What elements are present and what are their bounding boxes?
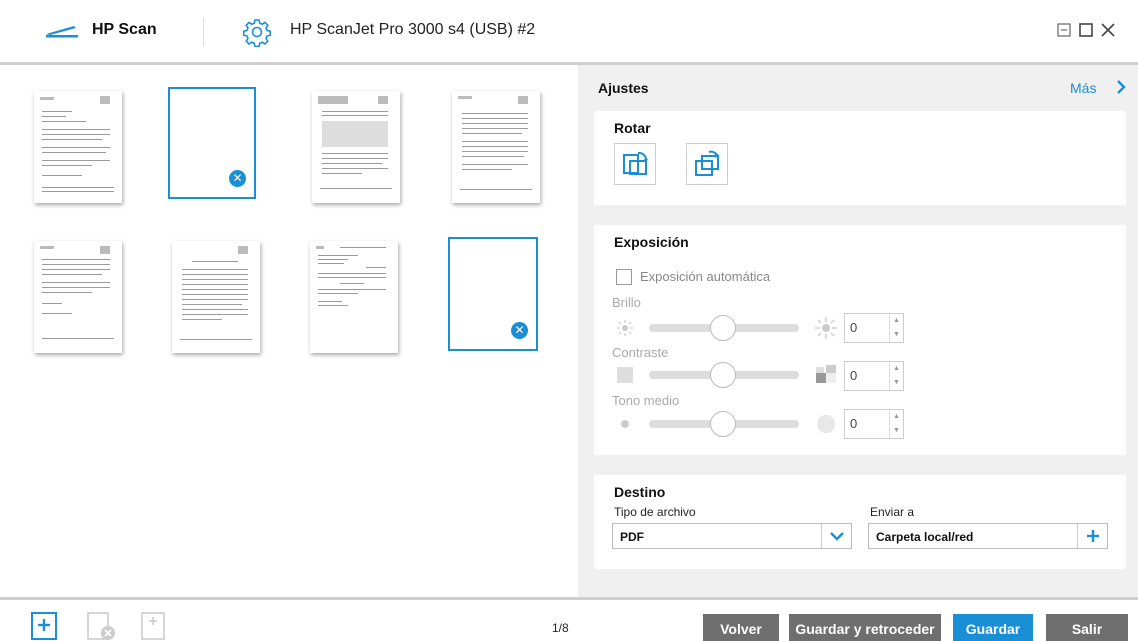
sun-low-icon — [617, 320, 633, 336]
rotate-right-icon — [695, 150, 719, 176]
midtone-value[interactable]: 0 — [850, 416, 857, 431]
add-destination-button[interactable] — [1077, 524, 1107, 548]
file-type-label: Tipo de archivo — [614, 505, 696, 519]
exposure-title: Exposición — [614, 234, 689, 250]
plus-icon — [1087, 530, 1099, 542]
save-button[interactable]: Guardar — [953, 614, 1033, 641]
thumbnail-grid: ✕ ✕ — [0, 65, 577, 597]
brightness-label: Brillo — [612, 295, 641, 310]
brightness-slider-thumb[interactable] — [710, 315, 736, 341]
spin-arrows-icon[interactable]: ▲ ▼ — [889, 314, 903, 342]
maximize-icon[interactable] — [1078, 22, 1094, 38]
destination-title: Destino — [614, 484, 666, 500]
blank-page-thumbnail-2[interactable]: ✕ — [168, 87, 256, 199]
spin-arrows-icon[interactable]: ▲ ▼ — [889, 362, 903, 390]
insert-page-icon[interactable] — [140, 611, 170, 641]
contrast-label: Contraste — [612, 345, 669, 360]
bottom-bar: 1/8 Volver Guardar y retroceder Guardar … — [0, 600, 1138, 641]
gear-icon[interactable] — [242, 17, 272, 47]
midtone-high-icon — [817, 415, 835, 433]
chevron-right-icon[interactable] — [1115, 79, 1127, 95]
contrast-low-icon — [617, 367, 633, 383]
add-page-icon[interactable] — [30, 611, 60, 641]
minimize-icon[interactable] — [1056, 22, 1072, 38]
settings-panel: Ajustes Más Rotar Exposición Exposición … — [578, 65, 1138, 597]
page-thumbnail-5[interactable] — [34, 241, 122, 353]
page-thumbnail-7[interactable] — [310, 241, 398, 353]
back-button[interactable]: Volver — [703, 614, 779, 641]
dropdown-button[interactable] — [821, 524, 851, 548]
chevron-down-icon — [830, 532, 844, 541]
contrast-value[interactable]: 0 — [850, 368, 857, 383]
scanner-logo-icon — [46, 26, 78, 38]
rotate-title: Rotar — [614, 120, 651, 136]
midtone-low-icon — [621, 420, 629, 428]
settings-title: Ajustes — [598, 80, 649, 96]
delete-page-tool-icon[interactable] — [86, 611, 116, 641]
page-thumbnail-4[interactable] — [452, 91, 540, 203]
page-counter: 1/8 — [552, 621, 569, 635]
delete-page-icon[interactable]: ✕ — [229, 170, 246, 187]
midtone-label: Tono medio — [612, 393, 680, 408]
blank-page-thumbnail-8[interactable]: ✕ — [448, 237, 538, 351]
send-to-value: Carpeta local/red — [876, 530, 974, 544]
rotate-card: Rotar — [594, 111, 1126, 205]
spin-arrows-icon[interactable]: ▲ ▼ — [889, 410, 903, 438]
save-and-back-button[interactable]: Guardar y retroceder — [789, 614, 941, 641]
title-bar: HP Scan HP ScanJet Pro 3000 s4 (USB) #2 — [0, 0, 1138, 62]
exposure-card: Exposición Exposición automática Brillo … — [594, 225, 1126, 455]
file-type-dropdown[interactable]: PDF — [612, 523, 852, 549]
app-name: HP Scan — [92, 21, 157, 38]
brightness-value[interactable]: 0 — [850, 320, 857, 335]
sun-high-icon — [815, 317, 837, 339]
contrast-slider-thumb[interactable] — [710, 362, 736, 388]
more-link[interactable]: Más — [1070, 80, 1096, 96]
contrast-spinbox[interactable]: 0 ▲ ▼ — [844, 361, 904, 391]
send-to-label: Enviar a — [870, 505, 915, 519]
midtone-slider-thumb[interactable] — [710, 411, 736, 437]
midtone-spinbox[interactable]: 0 ▲ ▼ — [844, 409, 904, 439]
rotate-left-icon — [623, 151, 648, 175]
auto-exposure-label: Exposición automática — [640, 269, 771, 284]
rotate-left-button[interactable] — [614, 143, 656, 185]
exit-button[interactable]: Salir — [1046, 614, 1128, 641]
file-type-value: PDF — [620, 530, 644, 544]
delete-page-icon[interactable]: ✕ — [511, 322, 528, 339]
rotate-right-button[interactable] — [686, 143, 728, 185]
brightness-spinbox[interactable]: 0 ▲ ▼ — [844, 313, 904, 343]
page-thumbnail-6[interactable] — [172, 241, 260, 353]
title-separator — [203, 18, 204, 46]
send-to-dropdown[interactable]: Carpeta local/red — [868, 523, 1108, 549]
page-thumbnail-1[interactable] — [34, 91, 122, 203]
auto-exposure-checkbox[interactable] — [616, 269, 632, 285]
page-thumbnail-3[interactable] — [312, 91, 400, 203]
close-icon[interactable] — [1100, 22, 1116, 38]
destination-card: Destino Tipo de archivo PDF Enviar a Car… — [594, 475, 1126, 569]
device-name[interactable]: HP ScanJet Pro 3000 s4 (USB) #2 — [290, 21, 535, 39]
contrast-high-icon — [816, 365, 836, 383]
